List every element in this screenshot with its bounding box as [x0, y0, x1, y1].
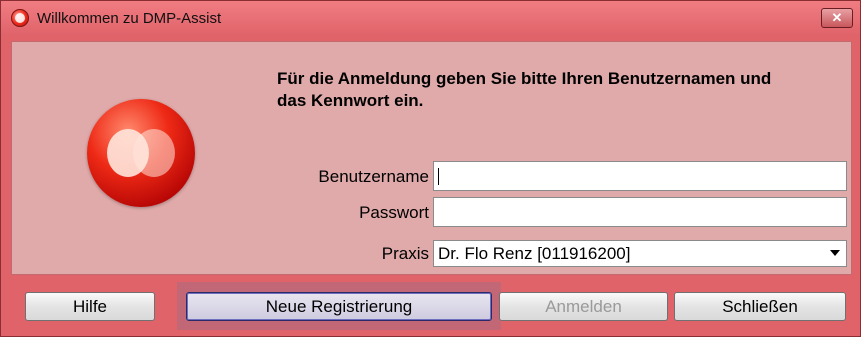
practice-value: Dr. Flo Renz [011916200]: [438, 244, 631, 263]
password-input[interactable]: [433, 197, 847, 227]
window-title: Willkommen zu DMP-Assist: [37, 10, 222, 27]
password-label: Passwort: [359, 203, 429, 222]
dmp-assist-logo: [87, 99, 195, 207]
dmp-assist-logo-icon: [11, 9, 29, 27]
text-caret: [438, 168, 439, 185]
login-instructions: Für die Anmeldung geben Sie bitte Ihren …: [277, 69, 772, 110]
close-button-label: Schließen: [722, 297, 798, 316]
practice-select[interactable]: Dr. Flo Renz [011916200]: [433, 240, 847, 267]
username-label: Benutzername: [318, 167, 429, 186]
help-button-label: Hilfe: [72, 297, 107, 316]
login-dialog: Willkommen zu DMP-Assist ✕ Für die Anmel…: [0, 0, 861, 337]
close-dialog-button[interactable]: Schließen: [674, 292, 846, 321]
practice-label: Praxis: [381, 244, 429, 263]
login-button[interactable]: Anmelden: [499, 292, 668, 321]
title-bar[interactable]: Willkommen zu DMP-Assist ✕: [1, 1, 860, 35]
help-button[interactable]: Hilfe: [25, 292, 155, 321]
new-registration-button-label: Neue Registrierung: [265, 297, 413, 316]
close-icon[interactable]: ✕: [821, 8, 853, 28]
new-registration-button[interactable]: Neue Registrierung: [186, 292, 492, 321]
login-button-label: Anmelden: [545, 297, 622, 316]
chevron-down-icon[interactable]: [830, 250, 840, 256]
logo-right-circle: [133, 129, 175, 177]
username-input[interactable]: [433, 161, 847, 191]
